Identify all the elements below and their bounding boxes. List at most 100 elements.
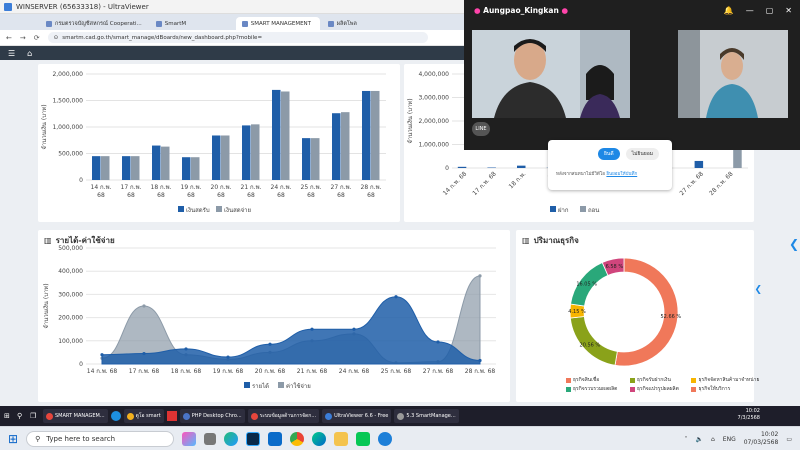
bar	[281, 91, 290, 180]
y-tick-label: 0	[79, 177, 83, 184]
data-point	[352, 328, 355, 331]
search-icon: ⚲	[35, 435, 40, 443]
edge-icon[interactable]	[111, 411, 121, 421]
x-tick-label: 17 ก.พ.	[121, 184, 142, 191]
menu-icon[interactable]: ☰	[8, 49, 15, 58]
x-tick-label: 68	[217, 192, 225, 199]
x-tick-label: 24 ก.พ. 68	[339, 368, 370, 375]
bar	[311, 138, 320, 180]
legend-item[interactable]: ธุรกิจแปรรูปผลผลิต	[630, 385, 685, 393]
legend-item[interactable]: ธุรกิจรวบรวมผลผลิต	[566, 385, 624, 393]
line-icon[interactable]	[356, 432, 370, 446]
bar	[161, 147, 170, 180]
pie-data-label: 6.58 %	[606, 264, 624, 270]
legend-label: รายได้	[252, 382, 269, 390]
consent-decline-button[interactable]: ไม่ยินยอม	[626, 148, 659, 160]
chrome-icon[interactable]	[290, 432, 304, 446]
home-icon[interactable]: ⌂	[27, 49, 32, 58]
x-tick-label: 18 ก.พ.	[151, 184, 172, 191]
browser-tab-smart-management[interactable]: SMART MANAGEMENT	[236, 17, 320, 30]
y-tick-label: 0	[79, 361, 83, 368]
site-info-icon[interactable]: ⊙	[54, 35, 59, 41]
volume-icon[interactable]: 🔈	[696, 436, 703, 443]
bell-icon[interactable]: 🔔	[724, 6, 734, 15]
chevron-up-icon[interactable]: ˄	[685, 436, 688, 443]
taskbar-item[interactable]: SMART MANAGEM...	[43, 409, 108, 423]
income-expense-chart: 0100,000200,000300,000400,000500,000จำนว…	[38, 230, 510, 402]
taskview-icon[interactable]	[204, 433, 216, 445]
photoshop-icon[interactable]	[246, 432, 260, 446]
x-tick-label: 20 ก.พ.	[211, 184, 232, 191]
windows-start-icon[interactable]: ⊞	[8, 432, 18, 446]
copilot-app-icon[interactable]	[224, 432, 238, 446]
bar	[242, 125, 251, 180]
chevron-left-icon[interactable]: ❮	[754, 285, 762, 295]
taskview-icon[interactable]: ❐	[30, 412, 40, 420]
consent-buttons: ยินดี ไม่ยินยอม	[598, 148, 659, 160]
legend-item[interactable]: ธุรกิจรับฝากเงิน	[630, 376, 685, 384]
consent-accept-button[interactable]: ยินดี	[598, 148, 620, 160]
browser-tab-cooperative[interactable]: กรมตรวจบัญชีสหกรณ์ Cooperati...	[40, 17, 148, 30]
bar	[695, 161, 704, 168]
taskbar-item[interactable]: ระบบข้อมูลด้านการจัดก...	[248, 409, 319, 423]
bar	[221, 135, 230, 180]
legend-item[interactable]: ธุรกิจสินเชื่อ	[566, 376, 624, 384]
search-icon[interactable]: ⚲	[17, 412, 27, 420]
maximize-icon[interactable]: ▢	[766, 6, 774, 15]
data-point	[184, 347, 187, 350]
ultraviewer-icon[interactable]	[378, 432, 392, 446]
bar	[302, 138, 311, 180]
remote-app-icon[interactable]	[167, 411, 177, 421]
taskbar-item[interactable]: 5.3 SmartManage...	[394, 409, 458, 423]
pie-slice	[615, 258, 678, 366]
x-tick-label: 25 ก.พ. 68	[381, 368, 412, 375]
legend-item[interactable]: ธุรกิจจัดหาสินค้ามาจำหน่าย	[691, 376, 766, 384]
video-call-window: ● Aungpao_Kingkan ● 🔔 — ▢ ✕ LINE	[464, 0, 800, 150]
x-tick-label: 19 ก.พ. 68	[213, 368, 244, 375]
taskbar-item[interactable]: UltraViewer 6.6 - Free	[322, 409, 391, 423]
reload-icon[interactable]: ⟳	[34, 34, 40, 42]
taskbar-item[interactable]: ดูโอ smart	[124, 409, 164, 423]
taskbar-item[interactable]: PHP Desktop Chro...	[180, 409, 245, 423]
data-point	[436, 340, 439, 343]
minimize-icon[interactable]: —	[746, 6, 754, 15]
x-tick-label: 68	[337, 192, 345, 199]
forward-icon[interactable]: →	[20, 34, 26, 42]
browser-tab-poll[interactable]: ผลิตโพล	[322, 17, 406, 30]
outlook-icon[interactable]	[268, 432, 282, 446]
pie-slice	[570, 316, 617, 365]
data-point	[394, 295, 397, 298]
close-icon[interactable]: ✕	[785, 6, 792, 15]
browser-tab-smartm[interactable]: SmartM	[150, 17, 234, 30]
video-call-title: Aungpao_Kingkan	[483, 6, 559, 15]
x-tick-label: 68	[277, 192, 285, 199]
notification-icon[interactable]: ▭	[786, 436, 792, 443]
camera-self-image	[678, 30, 788, 118]
x-tick-label: 28 ก.พ. 68	[708, 170, 735, 197]
x-tick-label: 68	[307, 192, 315, 199]
taskbar-search-input[interactable]: ⚲ Type here to search	[26, 431, 174, 447]
legend-item[interactable]: ธุรกิจให้บริการ	[691, 385, 766, 393]
x-tick-label: 28 ก.พ. 68	[465, 368, 496, 375]
copilot-icon[interactable]	[182, 432, 196, 446]
url-input[interactable]: ⊙ smartm.cad.go.th/smart_manage/dBoards/…	[48, 32, 428, 43]
file-explorer-icon[interactable]	[334, 432, 348, 446]
network-icon[interactable]: ⌂	[711, 436, 715, 443]
windows-start-icon[interactable]: ⊞	[4, 412, 14, 420]
bar	[101, 156, 110, 180]
pie-data-label: 4.15 %	[568, 309, 586, 315]
window-title: WINSERVER (65633318) - UltraViewer	[16, 3, 149, 11]
remote-taskbar: ⊞ ⚲ ❐ SMART MANAGEM... ดูโอ smart PHP De…	[0, 406, 800, 426]
language-indicator[interactable]: ENG	[723, 436, 736, 443]
y-tick-label: 0	[445, 165, 449, 172]
bar	[517, 166, 526, 168]
back-icon[interactable]: ←	[6, 34, 12, 42]
y-tick-label: 4,000,000	[418, 71, 449, 78]
consent-link[interactable]: ยินยอมให้บันทึก	[606, 172, 637, 177]
system-clock[interactable]: 10:02 07/03/2568	[744, 431, 779, 447]
chevron-left-icon[interactable]: ❮	[788, 237, 800, 251]
legend-label: ค่าใช้จ่าย	[286, 382, 311, 390]
edge-icon[interactable]	[312, 432, 326, 446]
camera-feed-main	[472, 30, 630, 118]
x-tick-label: 68	[247, 192, 255, 199]
